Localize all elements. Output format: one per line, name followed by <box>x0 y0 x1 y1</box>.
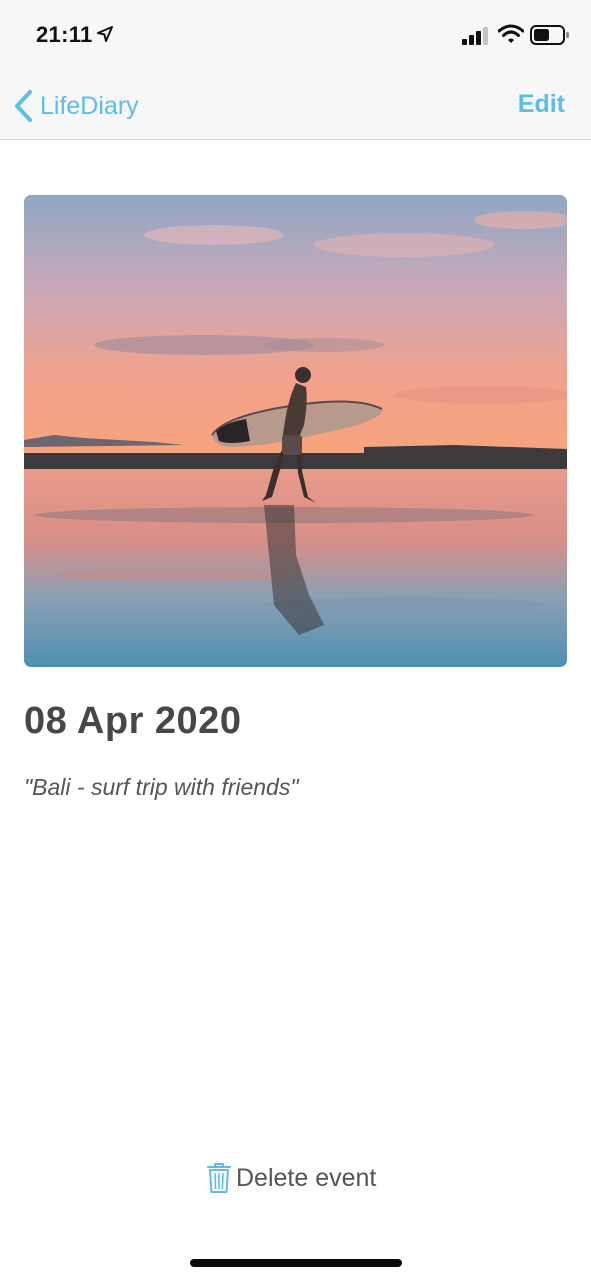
back-label: LifeDiary <box>40 91 139 120</box>
status-bar: 21:11 <box>0 0 591 72</box>
event-date: 08 Apr 2020 <box>24 700 242 742</box>
cellular-signal-icon <box>462 27 488 45</box>
trash-icon <box>207 1163 231 1193</box>
surfer-sunset-photo-icon <box>24 195 567 667</box>
location-arrow-icon <box>97 26 113 42</box>
event-photo <box>24 195 567 667</box>
edit-button[interactable]: Edit <box>518 90 565 119</box>
wifi-icon <box>498 24 524 43</box>
chevron-left-icon <box>15 90 32 122</box>
navigation-bar: LifeDiary Edit <box>0 72 591 140</box>
home-indicator[interactable] <box>190 1259 402 1267</box>
status-time: 21:11 <box>36 22 93 47</box>
delete-event-button[interactable]: Delete event <box>206 1160 376 1196</box>
event-caption: "Bali - surf trip with friends" <box>24 774 299 800</box>
battery-icon <box>530 25 569 45</box>
back-button[interactable]: LifeDiary <box>12 86 139 126</box>
delete-event-label: Delete event <box>236 1163 377 1192</box>
